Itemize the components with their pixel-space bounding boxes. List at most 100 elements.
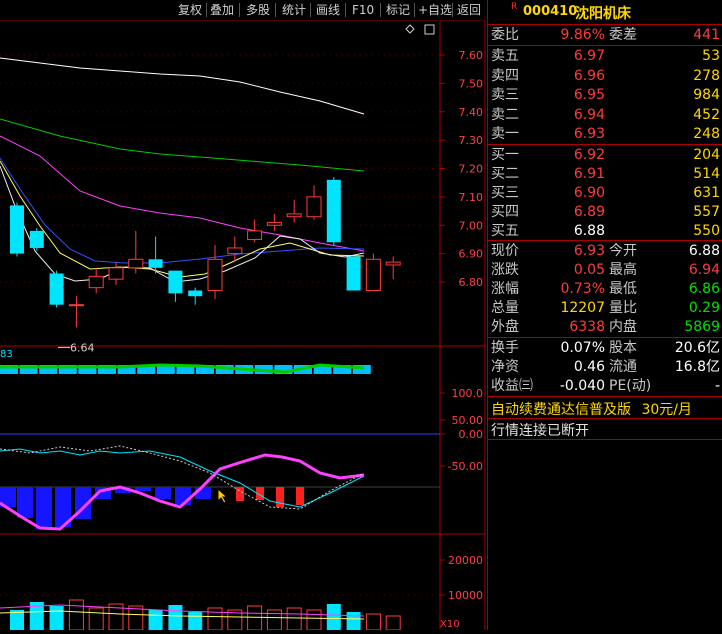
stat-label: 最高 [609,262,637,278]
draw-line-button[interactable]: 画线 [316,2,340,18]
quote-stat-row: 涨跌 0.05 最高 6.94 [488,261,722,279]
kline-chart: 7.60 7.50 7.40 7.30 7.20 7.10 7.00 6.90 6.80 6.64… [0,21,486,631]
sell-level-row: 卖一 6.93 248 [488,125,722,143]
volume-tick-label: 20000 [448,554,483,567]
f10-button[interactable]: F10 [352,2,374,18]
ma-10-line [0,160,365,278]
stat-label: 涨跌 [491,262,519,278]
divider [488,337,722,338]
level-volume: 557 [693,204,720,220]
candle-body [168,270,183,294]
level-volume: 452 [693,106,720,123]
level-label: 卖二 [491,106,519,123]
finance-value: - [714,378,720,394]
macd-negative-bar [17,487,33,518]
level-volume: 278 [693,67,720,84]
candle-body [148,259,163,268]
stat-label: 现价 [491,243,519,259]
macd-negative-bar [135,487,151,491]
candle-body [365,258,381,292]
candle-body [68,304,84,307]
connection-status: 行情连接已断开 [491,423,589,439]
quote-stat-row: 现价 6.93 今开 6.88 [488,242,722,260]
stat-value: 6.93 [573,243,605,259]
stat-value: 12207 [560,300,605,316]
level-price: 6.91 [573,166,605,182]
volume-bar [49,606,64,630]
statistics-button[interactable]: 统计 [282,2,306,18]
finance-stat-row: 换手 0.07% 股本 20.6亿 [488,339,722,357]
volume-bar [247,605,263,631]
volume-bar [306,609,322,631]
level-label: 买一 [491,147,519,163]
low-marker-label: 6.64 [70,341,95,354]
level-price: 6.89 [573,204,605,220]
finance-label: 收益㈢ [491,378,533,394]
buy-level-row: 买五 6.88 550 [488,222,722,240]
level-price: 6.88 [573,223,605,239]
buy-level-row: 买一 6.92 204 [488,146,722,164]
diamond-icon [405,24,415,34]
quote-panel: R 000410 沈阳机床 委比 9.86% 委差 441 卖五 6.97 53 卖四… [487,0,722,630]
macd-negative-bar [155,487,171,499]
finance-label: 净资 [491,359,519,375]
candle-body [227,247,243,255]
level-price: 6.97 [573,48,605,64]
level-label: 买二 [491,166,519,182]
level-price: 6.96 [573,67,605,84]
price-tick-label: 6.90 [459,248,484,261]
finance-label: 股本 [609,340,637,356]
level-label: 买三 [491,185,519,201]
level-price: 6.90 [573,185,605,201]
weibi-value: 9.86% [560,27,605,43]
subscription-ad[interactable]: 自动续费通达信普及版 30元/月 [491,399,692,419]
kline-chart-area[interactable]: 7.60 7.50 7.40 7.30 7.20 7.10 7.00 6.90 6.80 6.64… [0,21,486,631]
indicator1-label: 83 [0,349,13,360]
stat-label: 量比 [609,300,637,316]
level-volume: 514 [693,166,720,182]
level-label: 卖三 [491,87,519,103]
subscription-ad-price: 30元/月 [641,402,692,418]
level-price: 6.93 [573,126,605,142]
stock-flag: R [511,2,518,12]
candle-body [88,275,104,289]
weicha-value: 441 [693,27,720,43]
finance-value: 20.6亿 [674,340,720,356]
level-volume: 248 [693,126,720,142]
divider [488,396,722,397]
candle-body [247,230,263,240]
volume-unit-label: X10 [440,619,460,630]
weibi-label: 委比 [491,27,519,43]
restore-rights-button[interactable]: 复权 [178,2,202,18]
back-button[interactable]: 返回 [457,2,481,18]
overlay-button[interactable]: 叠加 [210,2,234,18]
divider [488,45,722,46]
stat-label: 今开 [609,243,637,259]
stat-label: 总量 [491,300,519,316]
price-tick-label: 7.20 [459,163,484,176]
stock-name: 沈阳机床 [575,6,631,22]
ma-mid-line [0,118,365,172]
buy-level-row: 买三 6.90 631 [488,184,722,202]
level-price: 6.94 [573,106,605,123]
stat-label: 涨幅 [491,281,519,297]
mark-button[interactable]: 标记 [386,2,410,18]
stat-value: 6.94 [688,262,720,278]
finance-value: 0.07% [560,340,605,356]
macd-positive-bar [296,487,304,505]
divider [488,418,722,419]
indicator-tick-label: -50.00 [448,460,483,473]
multi-stock-button[interactable]: 多股 [246,2,270,18]
finance-stat-row: 净资 0.46 流通 16.8亿 [488,358,722,376]
toolbar-divider [206,3,207,17]
hand-cursor-icon [217,487,229,504]
candle-body [108,267,124,280]
price-tick-label: 7.00 [459,219,484,232]
sell-level-row: 卖五 6.97 53 [488,47,722,65]
stock-code: 000410 [523,4,578,19]
add-favorite-button[interactable]: +自选 [418,2,452,18]
level-price: 6.95 [573,87,605,103]
price-tick-label: 7.10 [459,191,484,204]
chart-toolbar: 复权 叠加 多股 统计 画线 F10 标记 +自选 返回 [0,0,486,21]
maximize-icon [424,24,435,35]
